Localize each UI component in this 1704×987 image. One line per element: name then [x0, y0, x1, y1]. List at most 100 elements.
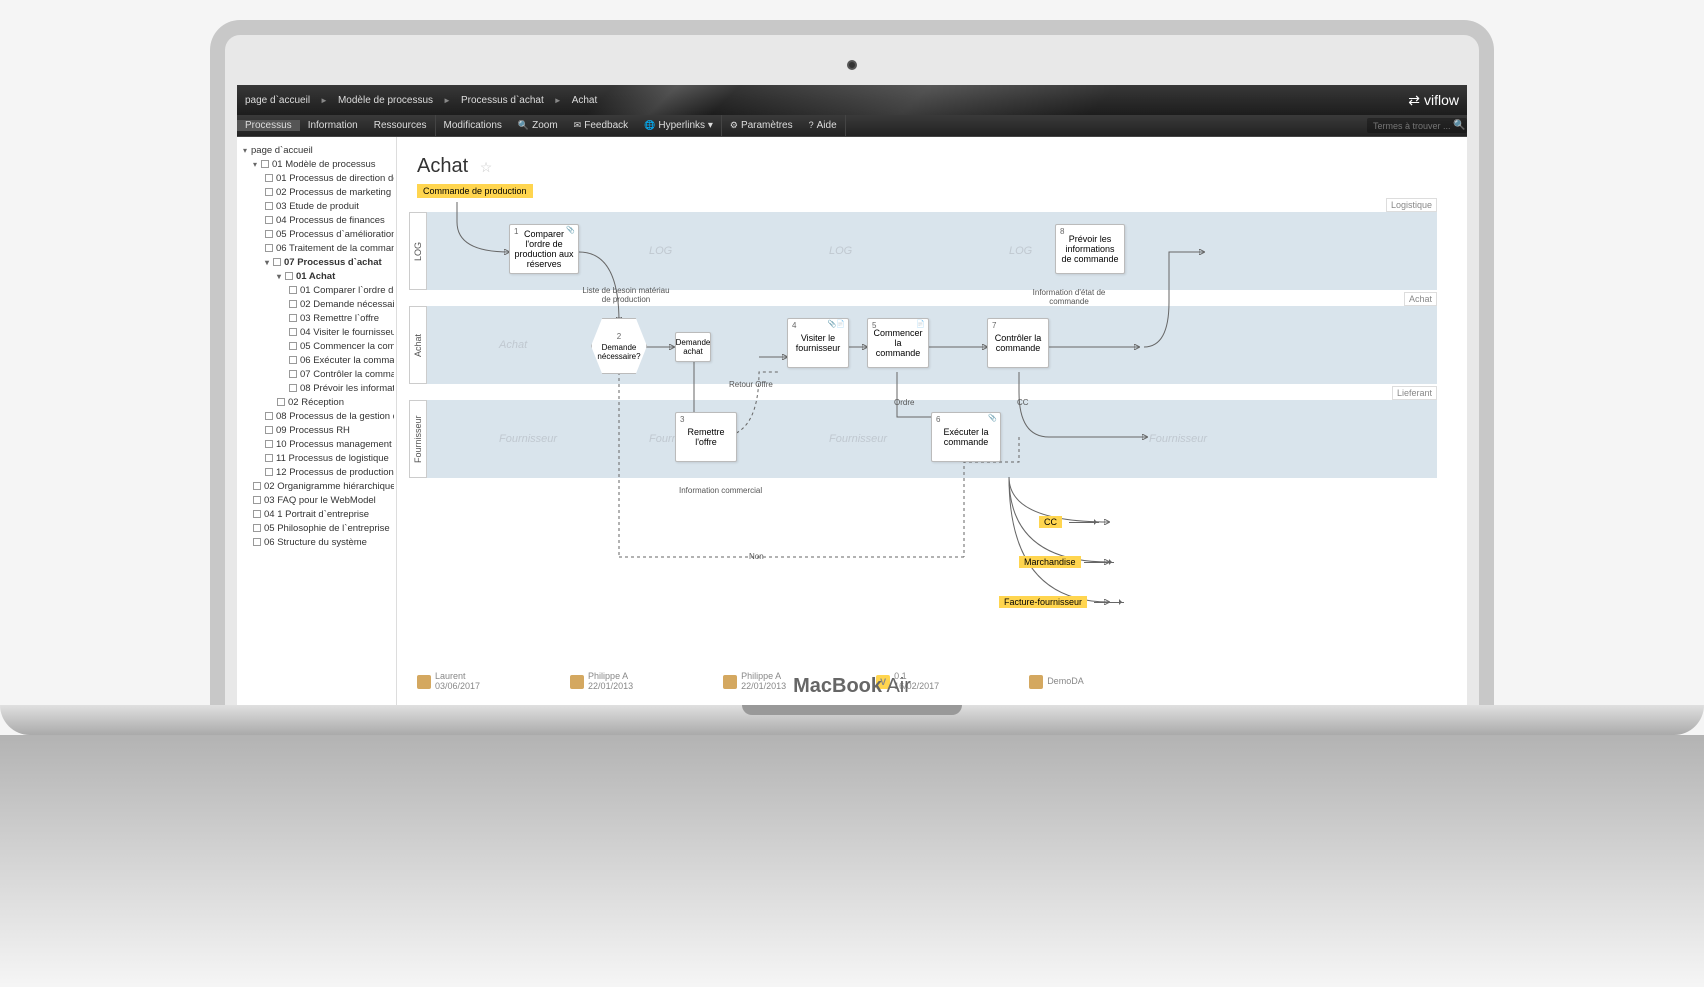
start-event[interactable]: Commande de production: [417, 184, 533, 198]
meta-model: DemoDA: [1029, 672, 1084, 692]
settings-button[interactable]: ⚙Paramètres: [722, 120, 801, 131]
edge-label: Non: [749, 552, 764, 561]
node-number: 1: [514, 227, 518, 236]
tree-item[interactable]: 05 Commencer la commande: [239, 339, 394, 353]
user-icon: [417, 675, 431, 689]
tree-item[interactable]: 11 Processus de logistique: [239, 451, 394, 465]
lane-bg-label: Fournisseur: [829, 433, 887, 445]
node-number: 3: [680, 415, 684, 424]
tree-item-selected[interactable]: ▾07 Processus d`achat: [239, 255, 394, 269]
toolbar: Processus Information Ressources Modific…: [237, 115, 1467, 137]
meta-approver: Philippe A22/01/2013: [723, 672, 786, 692]
node-6[interactable]: 6 📎 Exécuter la commande: [931, 412, 1001, 462]
camera-dot: [847, 60, 857, 70]
tree-item[interactable]: 08 Prévoir les informations de comm: [239, 381, 394, 395]
logo: ⇄ viflow: [1408, 92, 1459, 109]
breadcrumb-achat[interactable]: Achat: [572, 95, 598, 106]
output-cc[interactable]: CC: [1039, 516, 1062, 528]
edge-label: Retour Offre: [729, 380, 773, 389]
node-3[interactable]: 3 Remettre l'offre: [675, 412, 737, 462]
lane-label-fournisseur: Fournisseur: [409, 400, 427, 478]
tree-item[interactable]: 07 Contrôler la commande: [239, 367, 394, 381]
node-text: Comparer l'ordre de production aux réser…: [514, 229, 574, 269]
tree-item[interactable]: 10 Processus management des risques: [239, 437, 394, 451]
node-8[interactable]: 8 Prévoir les informations de commande: [1055, 224, 1125, 274]
lane-bg-label: LOG: [1009, 245, 1032, 257]
tree-item[interactable]: 04 Visiter le fournisseur: [239, 325, 394, 339]
breadcrumb-model[interactable]: Modèle de processus: [338, 95, 433, 106]
breadcrumb-sep-icon: ►: [320, 96, 328, 105]
tab-information[interactable]: Information: [300, 120, 366, 131]
tree-item[interactable]: 04 Processus de finances: [239, 213, 394, 227]
swimlane-fournisseur: Fournisseur Fournisseur Fournisseur Four…: [409, 400, 1437, 478]
tree-item[interactable]: 06 Exécuter la commande: [239, 353, 394, 367]
tree-item[interactable]: 05 Processus d`amélioration: [239, 227, 394, 241]
node-4[interactable]: 4 📎📄 Visiter le fournisseur: [787, 318, 849, 368]
tree-item[interactable]: 09 Processus RH: [239, 423, 394, 437]
globe-icon: 🌐: [644, 120, 655, 130]
tree-item[interactable]: 04 1 Portrait d`entreprise: [239, 507, 394, 521]
breadcrumb-sep-icon: ►: [554, 96, 562, 105]
lane-bg-label: Achat: [499, 339, 527, 351]
lane-bg-label: Fournisseur: [1149, 433, 1207, 445]
tree-item[interactable]: ▾01 Modèle de processus: [239, 157, 394, 171]
page-title: Achat ☆: [417, 155, 1455, 178]
tree-root[interactable]: ▾page d`accueil: [239, 143, 394, 157]
tree-item[interactable]: 02 Demande nécessaire?: [239, 297, 394, 311]
output-arrow-icon: [1094, 602, 1124, 603]
output-arrow-icon: [1069, 522, 1099, 523]
feedback-button[interactable]: ✉Feedback: [566, 120, 636, 131]
edge-label: CC: [1017, 398, 1029, 407]
tree-item[interactable]: 02 Réception: [239, 395, 394, 409]
tree-item[interactable]: 08 Processus de la gestion des dysfoncti: [239, 409, 394, 423]
content: ▾page d`accueil ▾01 Modèle de processus …: [237, 137, 1467, 720]
tree-item[interactable]: 03 Remettre l`offre: [239, 311, 394, 325]
breadcrumb-achat-proc[interactable]: Processus d`achat: [461, 95, 544, 106]
node-2-decision[interactable]: 2 Demande nécessaire?: [591, 318, 647, 374]
reflection: [0, 735, 1704, 985]
screen: page d`accueil ► Modèle de processus ► P…: [237, 85, 1467, 720]
tree-item[interactable]: 05 Philosophie de l`entreprise: [239, 521, 394, 535]
modifications-button[interactable]: Modifications: [436, 120, 510, 131]
breadcrumb: page d`accueil ► Modèle de processus ► P…: [245, 95, 597, 106]
node-7[interactable]: 7 Contrôler la commande: [987, 318, 1049, 368]
node-icons: 📎: [988, 414, 997, 422]
lane-bg-label: LOG: [649, 245, 672, 257]
help-button[interactable]: ?Aide: [801, 120, 845, 131]
node-5[interactable]: 5 📄 Commencer la commande: [867, 318, 929, 368]
node-number: 5: [872, 321, 876, 330]
favorite-icon[interactable]: ☆: [480, 159, 493, 175]
tree-item[interactable]: 12 Processus de production: [239, 465, 394, 479]
tree-item[interactable]: 03 Etude de produit: [239, 199, 394, 213]
tree-item[interactable]: 02 Organigramme hiérarchique: [239, 479, 394, 493]
tree-item[interactable]: 01 Processus de direction de l`entrepris: [239, 171, 394, 185]
node-text: Demande nécessaire?: [592, 343, 646, 361]
node-demande-achat[interactable]: Demande achat: [675, 332, 711, 362]
node-1[interactable]: 1 📎 Comparer l'ordre de production aux r…: [509, 224, 579, 274]
lane-top-label: Lieferant: [1392, 386, 1437, 400]
tree-item[interactable]: 03 FAQ pour le WebModel: [239, 493, 394, 507]
node-attach-icon: 📎: [566, 226, 575, 234]
tree-item[interactable]: 06 Structure du système: [239, 535, 394, 549]
tree-item[interactable]: 02 Processus de marketing et de distrib: [239, 185, 394, 199]
output-marchandise[interactable]: Marchandise: [1019, 556, 1081, 568]
tab-processus[interactable]: Processus: [237, 120, 300, 131]
tree-item[interactable]: 06 Traitement de la commande: [239, 241, 394, 255]
edge-label: Liste de besoin matériau de production: [581, 286, 671, 304]
edge-label: Ordre: [894, 398, 914, 407]
zoom-button[interactable]: 🔍Zoom: [510, 120, 566, 131]
lane-top-label: Logistique: [1386, 198, 1437, 212]
tab-ressources[interactable]: Ressources: [366, 120, 435, 131]
search-input[interactable]: [1373, 121, 1453, 131]
lane-label-achat: Achat: [409, 306, 427, 384]
gear-icon: ⚙: [730, 120, 738, 130]
node-text: Exécuter la commande: [936, 427, 996, 447]
breadcrumb-home[interactable]: page d`accueil: [245, 95, 310, 106]
footer-meta: Laurent03/06/2017 Philippe A22/01/2013 P…: [417, 672, 1447, 692]
output-facture[interactable]: Facture-fournisseur: [999, 596, 1087, 608]
hyperlinks-button[interactable]: 🌐Hyperlinks ▾: [636, 120, 721, 131]
tree-item[interactable]: 01 Comparer l`ordre de production: [239, 283, 394, 297]
search-box[interactable]: 🔍: [1367, 118, 1467, 133]
lane-bg-label: LOG: [829, 245, 852, 257]
tree-item-selected[interactable]: ▾01 Achat: [239, 269, 394, 283]
